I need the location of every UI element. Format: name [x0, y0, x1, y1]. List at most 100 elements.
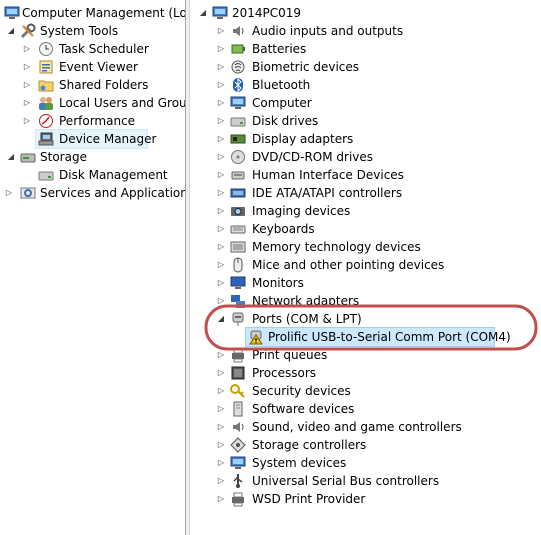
printer-icon: [230, 491, 246, 507]
expand-arrow-icon[interactable]: ▷: [216, 364, 226, 382]
tree-item-audio-inputs-and-outputs[interactable]: ▷ Audio inputs and outputs: [190, 22, 530, 40]
expand-arrow-icon[interactable]: ▷: [216, 256, 226, 274]
expand-arrow-icon[interactable]: ▷: [216, 184, 226, 202]
category-label: DVD/CD-ROM drives: [252, 150, 374, 164]
tree-item-computer-management[interactable]: Computer Management (Local: [0, 4, 185, 22]
console-tree-pane[interactable]: Computer Management (Local ◢ System Tool…: [0, 0, 185, 535]
processor-icon: [230, 365, 246, 381]
tree-item-universal-serial-bus-controllers[interactable]: ▷ Universal Serial Bus controllers: [190, 472, 530, 490]
tree-item-system-devices[interactable]: ▷ System devices: [190, 454, 530, 472]
category-label: Security devices: [252, 384, 351, 398]
tree-item-imaging-devices[interactable]: ▷ Imaging devices: [190, 202, 530, 220]
tree-item-performance[interactable]: ▷ Performance: [0, 112, 185, 130]
tree-item-device-manager[interactable]: Device Manager: [35, 129, 156, 149]
usb-icon: [230, 473, 246, 489]
tree-item-computer[interactable]: ▷ Computer: [190, 94, 530, 112]
expand-arrow-icon[interactable]: ▷: [22, 76, 32, 94]
expand-arrow-icon[interactable]: ▷: [216, 166, 226, 184]
expand-arrow-icon[interactable]: ▷: [216, 436, 226, 454]
event-viewer-icon: [38, 59, 54, 75]
tree-item-human-interface-devices[interactable]: ▷ Human Interface Devices: [190, 166, 530, 184]
category-label: Sound, video and game controllers: [252, 420, 462, 434]
tree-item-storage[interactable]: ◢ Storage: [0, 148, 185, 166]
tree-item-services[interactable]: ▷ Services and Applications: [0, 184, 185, 202]
device-tree-pane[interactable]: ◢ 2014PC019 ▷ Audio inputs and outputs ▷ Ba…: [190, 0, 541, 535]
tree-item-dvd-cd-rom-drives[interactable]: ▷ DVD/CD-ROM drives: [190, 148, 530, 166]
tree-item-batteries[interactable]: ▷ Batteries: [190, 40, 530, 58]
tree-item-display-adapters[interactable]: ▷ Display adapters: [190, 130, 530, 148]
tree-item-computer-root[interactable]: ◢ 2014PC019: [190, 4, 530, 22]
expand-arrow-icon[interactable]: ▷: [216, 472, 226, 490]
tree-item-event-viewer[interactable]: ▷ Event Viewer: [0, 58, 185, 76]
collapse-arrow-icon[interactable]: ◢: [6, 148, 16, 166]
display-adapter-icon: [230, 131, 246, 147]
category-label: Audio inputs and outputs: [252, 24, 404, 38]
tree-item-processors[interactable]: ▷ Processors: [190, 364, 530, 382]
bluetooth-icon: [230, 77, 246, 93]
monitor-icon: [230, 275, 246, 291]
collapse-arrow-icon[interactable]: ◢: [198, 4, 208, 22]
expand-arrow-icon[interactable]: ▷: [216, 130, 226, 148]
tree-item-monitors[interactable]: ▷ Monitors: [190, 274, 530, 292]
expand-arrow-icon[interactable]: ▷: [216, 418, 226, 436]
expand-arrow-icon[interactable]: ▷: [4, 184, 14, 202]
tree-item-biometric-devices[interactable]: ▷ Biometric devices: [190, 58, 530, 76]
disk-icon: [38, 167, 54, 183]
audio-icon: [230, 23, 246, 39]
tree-item-software-devices[interactable]: ▷ Software devices: [190, 400, 530, 418]
tree-item-shared-folders[interactable]: ▷ Shared Folders: [0, 76, 185, 94]
tree-item-ide-ata-atapi-controllers[interactable]: ▷ IDE ATA/ATAPI controllers: [190, 184, 530, 202]
expand-arrow-icon[interactable]: ▷: [216, 22, 226, 40]
expand-arrow-icon[interactable]: ▷: [216, 94, 226, 112]
biometric-icon: [230, 59, 246, 75]
expand-arrow-icon[interactable]: ▷: [216, 76, 226, 94]
tree-item-security-devices[interactable]: ▷ Security devices: [190, 382, 530, 400]
expand-arrow-icon[interactable]: ▷: [216, 40, 226, 58]
expand-arrow-icon[interactable]: ▷: [216, 454, 226, 472]
expand-arrow-icon[interactable]: ▷: [216, 238, 226, 256]
category-label: System devices: [252, 456, 347, 470]
tree-item-task-scheduler[interactable]: ▷ Task Scheduler: [0, 40, 185, 58]
tree-item-system-tools[interactable]: ◢ System Tools: [0, 22, 185, 40]
expand-arrow-icon[interactable]: ▷: [216, 220, 226, 238]
users-icon: [38, 95, 54, 111]
expand-arrow-icon[interactable]: ▷: [216, 58, 226, 76]
hid-icon: [230, 167, 246, 183]
category-label: Computer: [252, 96, 312, 110]
category-label: Memory technology devices: [252, 240, 421, 254]
memory-icon: [230, 239, 246, 255]
expand-arrow-icon[interactable]: ▷: [22, 40, 32, 58]
expand-arrow-icon[interactable]: ▷: [216, 202, 226, 220]
category-label: Processors: [252, 366, 317, 380]
category-label: Storage controllers: [252, 438, 367, 452]
expand-arrow-icon[interactable]: ▷: [216, 148, 226, 166]
category-label: Monitors: [252, 276, 304, 290]
disk-drive-icon: [230, 113, 246, 129]
expand-arrow-icon[interactable]: ▷: [216, 274, 226, 292]
tree-item-memory-technology-devices[interactable]: ▷ Memory technology devices: [190, 238, 530, 256]
tree-item-bluetooth[interactable]: ▷ Bluetooth: [190, 76, 530, 94]
keyboard-icon: [230, 221, 246, 237]
performance-icon: [38, 113, 54, 129]
tree-item-mice-and-other-pointing-devices[interactable]: ▷ Mice and other pointing devices: [190, 256, 530, 274]
tree-item-storage-controllers[interactable]: ▷ Storage controllers: [190, 436, 530, 454]
expand-arrow-icon[interactable]: ▷: [22, 112, 32, 130]
tree-item-disk-management[interactable]: Disk Management: [0, 166, 185, 184]
tree-item-keyboards[interactable]: ▷ Keyboards: [190, 220, 530, 238]
computer-icon: [230, 95, 246, 111]
expand-arrow-icon[interactable]: ▷: [216, 490, 226, 508]
expand-arrow-icon[interactable]: ▷: [22, 58, 32, 76]
tree-item-sound-video-and-game-controllers[interactable]: ▷ Sound, video and game controllers: [190, 418, 530, 436]
collapse-arrow-icon[interactable]: ◢: [6, 22, 16, 40]
expand-arrow-icon[interactable]: ▷: [22, 94, 32, 112]
expand-arrow-icon[interactable]: ▷: [216, 382, 226, 400]
category-label: Keyboards: [252, 222, 315, 236]
tree-item-wsd-print-provider[interactable]: ▷ WSD Print Provider: [190, 490, 530, 508]
category-label: Display adapters: [252, 132, 354, 146]
highlight-ellipse: [204, 304, 538, 351]
expand-arrow-icon[interactable]: ▷: [216, 112, 226, 130]
tree-item-local-users[interactable]: ▷ Local Users and Groups: [0, 94, 185, 112]
tree-item-disk-drives[interactable]: ▷ Disk drives: [190, 112, 530, 130]
security-key-icon: [230, 383, 246, 399]
expand-arrow-icon[interactable]: ▷: [216, 400, 226, 418]
